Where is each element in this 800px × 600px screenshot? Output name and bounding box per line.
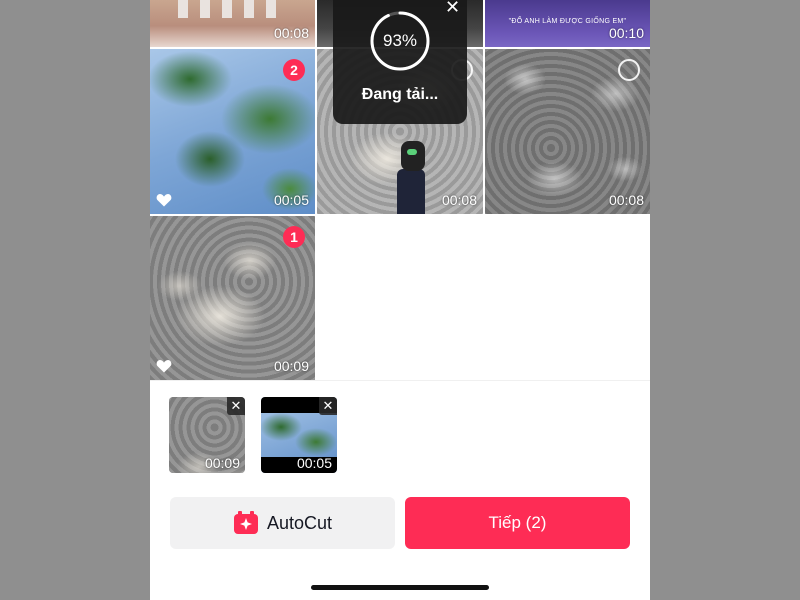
video-duration: 00:09 (273, 358, 309, 374)
loading-label: Đang tải... (361, 86, 439, 103)
media-item[interactable]: "ĐỔ ANH LÀM ĐƯỢC GIỐNG EM" 00:10 (485, 0, 650, 47)
selected-clip[interactable]: ✕ 00:05 (261, 397, 337, 473)
video-duration: 00:05 (273, 192, 309, 208)
progress-percent: 93% (382, 31, 418, 50)
selected-clip[interactable]: ✕ 00:09 (169, 397, 245, 473)
video-duration: 00:08 (608, 192, 644, 208)
video-caption: "ĐỔ ANH LÀM ĐƯỢC GIỐNG EM" (508, 18, 627, 25)
video-duration: 00:08 (441, 192, 477, 208)
media-item[interactable]: 00:08 (485, 49, 650, 214)
autocut-button[interactable]: AutoCut (170, 497, 395, 549)
clip-duration: 00:05 (296, 455, 332, 471)
selection-circle[interactable] (618, 59, 640, 81)
autocut-label: AutoCut (266, 512, 333, 533)
selection-panel: ✕ 00:09 ✕ 00:05 AutoCut Tiếp (2) (150, 380, 650, 600)
next-button[interactable]: Tiếp (2) (405, 497, 630, 549)
selection-order-badge[interactable]: 2 (283, 59, 305, 81)
phone-screen: 00:08 "ĐỔ ANH LÀM ĐƯỢC GIỐNG EM" 00:10 2… (150, 0, 650, 600)
autocut-sparkle-icon (233, 511, 258, 534)
close-icon[interactable]: ✕ (227, 397, 245, 415)
media-item[interactable]: 2 00:05 (150, 49, 315, 214)
media-item[interactable]: 1 00:09 (150, 216, 315, 380)
next-label: Tiếp (2) (488, 513, 547, 532)
heart-icon[interactable] (156, 359, 172, 373)
home-indicator (311, 585, 489, 590)
video-duration: 00:10 (608, 25, 644, 41)
clip-duration: 00:09 (204, 455, 240, 471)
media-item[interactable]: 00:08 (150, 0, 315, 47)
selection-order-badge[interactable]: 1 (283, 226, 305, 248)
loading-overlay: 93% Đang tải... ✕ (333, 0, 467, 124)
heart-icon[interactable] (156, 193, 172, 207)
video-duration: 00:08 (273, 25, 309, 41)
close-icon[interactable]: ✕ (445, 0, 460, 16)
close-icon[interactable]: ✕ (319, 397, 337, 415)
